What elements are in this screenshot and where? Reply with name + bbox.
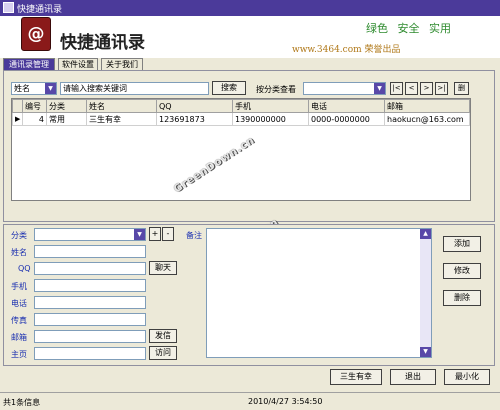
cell-mobile: 1390000000 <box>232 112 309 126</box>
delete-record-button[interactable]: 删 <box>454 82 469 95</box>
title-bar: 快捷通讯录 <box>0 0 500 16</box>
email-field[interactable] <box>34 330 146 343</box>
minimize-button[interactable]: 最小化 <box>444 369 490 385</box>
column-header[interactable]: 邮箱 <box>384 99 470 113</box>
record-count: 共1条信息 <box>3 398 41 407</box>
slogan: 绿色 安全 实用 <box>366 22 451 35</box>
notes-textarea[interactable] <box>206 228 432 358</box>
app-title: 快捷通讯录 <box>60 33 145 53</box>
chevron-down-icon[interactable]: ▼ <box>134 229 145 240</box>
send-mail-button[interactable]: 发信 <box>149 329 177 343</box>
visit-button[interactable]: 访问 <box>149 346 177 360</box>
table-row[interactable]: ▶ 4 常用 三生有幸 123691873 1390000000 0000-00… <box>12 112 470 126</box>
window-title: 快捷通讯录 <box>17 5 63 15</box>
remove-category-button[interactable]: - <box>162 227 174 241</box>
address-book-logo-icon: @ <box>21 17 51 51</box>
category-select[interactable]: ▼ <box>34 228 146 241</box>
search-button[interactable]: 搜索 <box>212 81 246 95</box>
fax-label: 传真 <box>11 316 27 325</box>
cell-qq: 123691873 <box>156 112 233 126</box>
status-datetime: 2010/4/27 3:54:50 <box>248 397 323 406</box>
current-contact-button[interactable]: 三生有幸 <box>330 369 382 385</box>
cell-phone: 0000-0000000 <box>308 112 385 126</box>
phone-field[interactable] <box>34 296 146 309</box>
column-header[interactable]: 编号 <box>22 99 47 113</box>
exit-button[interactable]: 退出 <box>390 369 436 385</box>
column-header[interactable]: 电话 <box>308 99 385 113</box>
qq-label: QQ <box>18 264 31 273</box>
search-field-value: 姓名 <box>14 84 30 93</box>
publisher: www.3464.com 荣誉出品 <box>292 45 401 55</box>
category-filter-label: 按分类查看 <box>256 85 296 94</box>
email-label: 邮箱 <box>11 333 27 342</box>
name-field[interactable] <box>34 245 146 258</box>
column-header[interactable]: 分类 <box>46 99 87 113</box>
cell-name: 三生有幸 <box>86 112 157 126</box>
category-label: 分类 <box>11 231 27 240</box>
qq-field[interactable] <box>34 262 146 275</box>
column-header[interactable]: 手机 <box>232 99 309 113</box>
add-button[interactable]: 添加 <box>443 236 481 252</box>
modify-button[interactable]: 修改 <box>443 263 481 279</box>
chevron-down-icon[interactable]: ▼ <box>45 83 56 94</box>
cell-email: haokucn@163.com <box>384 112 470 126</box>
search-input[interactable]: 请输入搜索关键词 <box>60 82 209 95</box>
tab-settings[interactable]: 软件设置 <box>58 58 98 70</box>
tab-contact-management[interactable]: 通讯录管理 <box>3 58 55 70</box>
tab-about[interactable]: 关于我们 <box>101 58 143 70</box>
name-label: 姓名 <box>11 248 27 257</box>
add-category-button[interactable]: + <box>149 227 161 241</box>
chat-button[interactable]: 聊天 <box>149 261 177 275</box>
delete-button[interactable]: 删除 <box>443 290 481 306</box>
category-filter-select[interactable]: ▼ <box>303 82 386 95</box>
scroll-up-icon[interactable]: ▲ <box>420 229 431 239</box>
fax-field[interactable] <box>34 313 146 326</box>
phone-label: 电话 <box>11 299 27 308</box>
notes-scrollbar[interactable]: ▲ ▼ <box>420 229 431 357</box>
scroll-down-icon[interactable]: ▼ <box>420 347 431 357</box>
status-bar: 共1条信息 2010/4/27 3:54:50 <box>0 392 500 410</box>
homepage-label: 主页 <box>11 350 27 359</box>
column-header[interactable]: 姓名 <box>86 99 157 113</box>
homepage-field[interactable] <box>34 347 146 360</box>
last-record-button[interactable]: >| <box>435 82 448 95</box>
table-header-row: 编号 分类 姓名 QQ 手机 电话 邮箱 <box>12 99 470 113</box>
app-window-icon <box>3 2 14 13</box>
row-selector-header <box>12 99 23 113</box>
mobile-label: 手机 <box>11 282 27 291</box>
chevron-down-icon[interactable]: ▼ <box>374 83 385 94</box>
cell-category: 常用 <box>46 112 87 126</box>
cell-id: 4 <box>22 112 47 126</box>
notes-label: 备注 <box>186 231 202 240</box>
mobile-field[interactable] <box>34 279 146 292</box>
search-field-select[interactable]: 姓名 ▼ <box>11 82 57 95</box>
first-record-button[interactable]: |< <box>390 82 403 95</box>
column-header[interactable]: QQ <box>156 99 233 113</box>
current-row-marker-icon: ▶ <box>12 112 23 126</box>
previous-record-button[interactable]: < <box>405 82 418 95</box>
next-record-button[interactable]: > <box>420 82 433 95</box>
